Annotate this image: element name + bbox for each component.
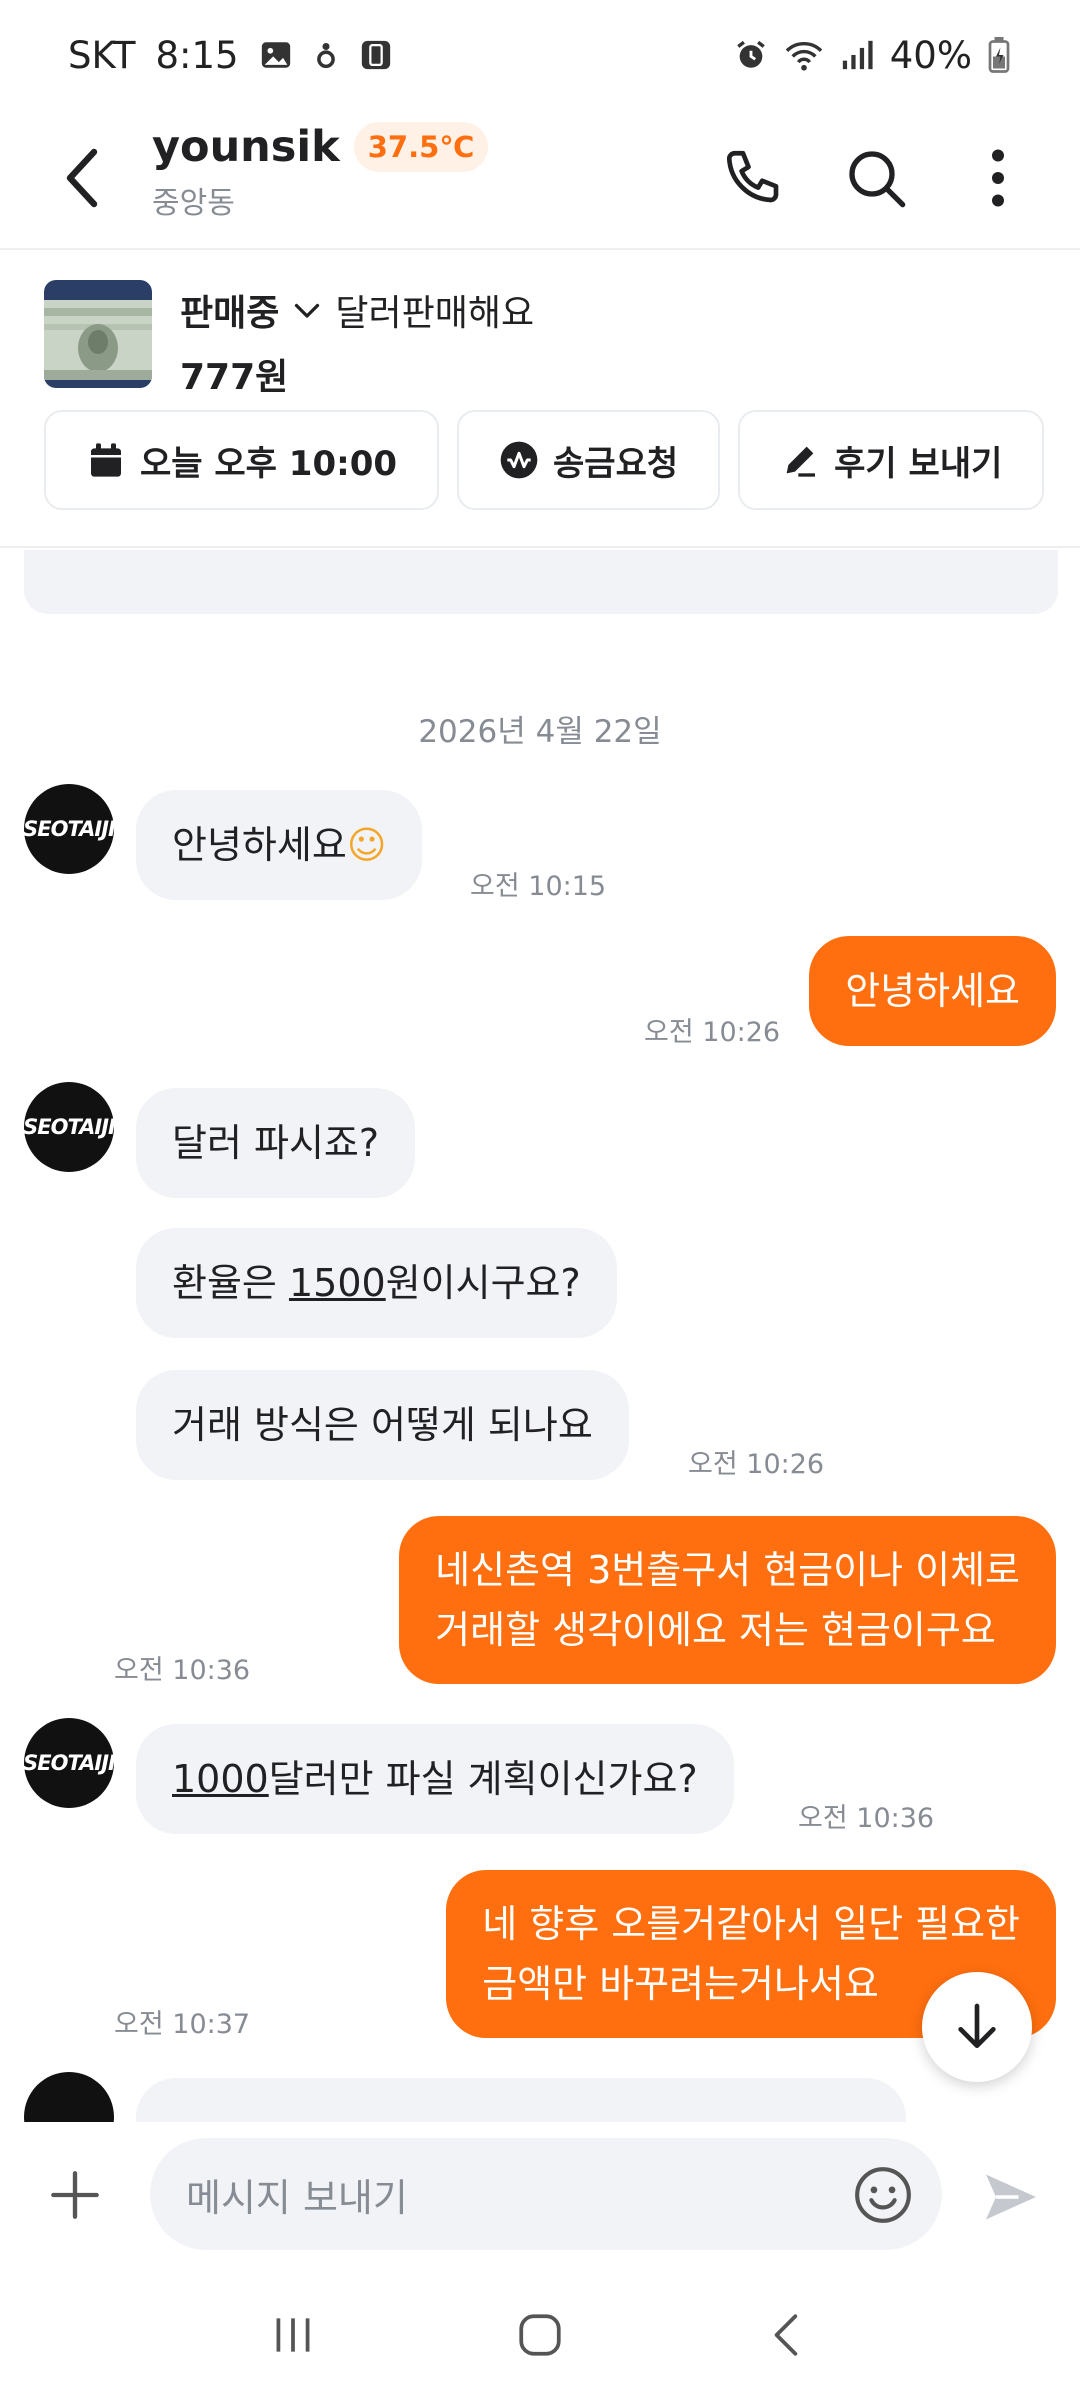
user-location: 중앙동 [152,186,235,221]
request-payment-label: 송금요청 [553,443,679,484]
more-options-button[interactable] [952,132,1044,224]
back-button[interactable] [52,138,112,218]
app-notification-icon [313,38,339,72]
avatar[interactable]: SEOTAIJI [23,784,116,874]
emoji-button[interactable] [850,2162,916,2228]
avatar[interactable] [24,2072,114,2122]
avatar[interactable]: SEOTAIJI [23,1718,116,1808]
message-bubble-incoming[interactable]: 환율은 1500원이시구요? [136,1228,617,1338]
smiley-icon [855,2167,911,2223]
send-review-label: 후기 보내기 [834,443,1003,484]
message-bubble-incoming[interactable] [136,2078,906,2122]
message-text: 달러만 파실 계획이신가요? [268,1757,698,1801]
message-input-bar: 메시지 보내기 [0,2122,1080,2268]
chat-messages[interactable]: 2026년 4월 22일 SEOTAIJI 안녕하세요☺ 오전 10:15 안녕… [0,550,1080,2122]
signal-icon [840,38,874,72]
product-price: 777원 [180,357,289,398]
phone-icon [726,150,779,203]
calendar-icon [91,443,121,477]
status-bar: SKT 8:15 40% [0,0,1080,110]
message-line: 거래할 생각이에요 저는 현금이구요 [435,1608,996,1652]
recent-apps-button[interactable] [248,2290,338,2380]
message-time: 오전 10:26 [644,1017,781,1048]
recent-apps-icon [276,2318,310,2352]
message-placeholder: 메시지 보내기 [186,2175,408,2220]
search-icon [849,151,906,208]
arrow-down-icon [958,2003,996,2048]
pencil-icon [786,446,816,477]
attach-button[interactable] [44,2164,106,2226]
system-navigation-bar [0,2270,1080,2400]
more-vertical-icon [992,149,1004,207]
gallery-notification-icon [259,38,293,72]
phone-notification-icon [359,38,393,72]
smile-emoji: ☺ [346,823,387,867]
date-divider: 2026년 4월 22일 [418,714,662,750]
message-line: 네신촌역 3번출구서 현금이나 이체로 [435,1548,1020,1592]
message-bubble-incoming[interactable]: 거래 방식은 어떻게 되나요 [136,1370,629,1480]
message-text: 달러 파시죠? [172,1121,380,1165]
message-bubble-outgoing[interactable]: 안녕하세요 [809,936,1056,1046]
schedule-label: 오늘 오후 10:00 [140,443,398,484]
message-text: 안녕하세요 [845,969,1020,1013]
product-bar: 판매중 달러판매해요 777원 오늘 오후 10:00 송금요청 후기 보내기 [0,252,1080,548]
request-payment-button[interactable]: 송금요청 [457,410,721,510]
message-bubble-incoming[interactable]: 안녕하세요☺ [136,790,423,900]
battery-icon [988,37,1010,73]
home-button[interactable] [495,2290,585,2380]
send-icon [986,2174,1036,2220]
username: younsik [152,122,340,172]
pay-icon [500,441,538,479]
message-time: 오전 10:37 [114,2009,251,2040]
scroll-to-bottom-button[interactable] [922,1972,1032,2082]
home-icon [519,2314,561,2356]
send-button[interactable] [976,2162,1046,2232]
message-time: 오전 10:36 [114,1655,251,1686]
message-number[interactable]: 1500 [289,1261,386,1305]
message-bubble-outgoing[interactable]: 네신촌역 3번출구서 현금이나 이체로 거래할 생각이에요 저는 현금이구요 [399,1516,1056,1684]
chat-title[interactable]: younsik 37.5℃ 중앙동 [152,122,489,222]
avatar[interactable]: SEOTAIJI [23,1082,116,1172]
wifi-icon [784,38,824,72]
carrier: SKT [68,33,136,77]
message-text: 원이시구요? [385,1261,581,1305]
message-text: 거래 방식은 어떻게 되나요 [172,1403,593,1447]
alarm-icon [734,38,768,72]
message-number[interactable]: 1000 [172,1757,269,1801]
message-time: 오전 10:36 [798,1803,935,1834]
schedule-button[interactable]: 오늘 오후 10:00 [44,410,440,510]
sale-status[interactable]: 판매중 [180,284,279,336]
message-bubble-incoming[interactable]: 1000달러만 파실 계획이신가요? [136,1724,734,1834]
message-text: 환율은 [172,1261,289,1305]
product-thumbnail[interactable] [44,280,152,388]
back-arrow-icon [774,2314,797,2356]
chevron-down-icon[interactable] [289,292,325,328]
plus-icon [51,2171,99,2219]
message-input[interactable]: 메시지 보내기 [150,2138,942,2250]
message-bubble-incoming[interactable]: 달러 파시죠? [136,1088,416,1198]
clock: 8:15 [155,33,239,77]
message-line: 네 향후 오를거같아서 일단 필요한 [482,1902,1020,1946]
previous-card [24,550,1058,614]
product-title: 달러판매해요 [335,293,535,334]
system-back-button[interactable] [742,2290,832,2380]
message-time: 오전 10:26 [688,1449,825,1480]
search-button[interactable] [830,132,922,224]
chevron-left-icon [66,148,98,208]
call-button[interactable] [708,132,800,224]
battery-percent: 40% [889,33,972,77]
manner-temperature-badge: 37.5℃ [353,122,489,172]
chat-header: younsik 37.5℃ 중앙동 [0,110,1080,250]
message-text: 안녕하세요 [172,823,347,867]
send-review-button[interactable]: 후기 보내기 [738,410,1045,510]
message-time: 오전 10:15 [470,871,607,902]
